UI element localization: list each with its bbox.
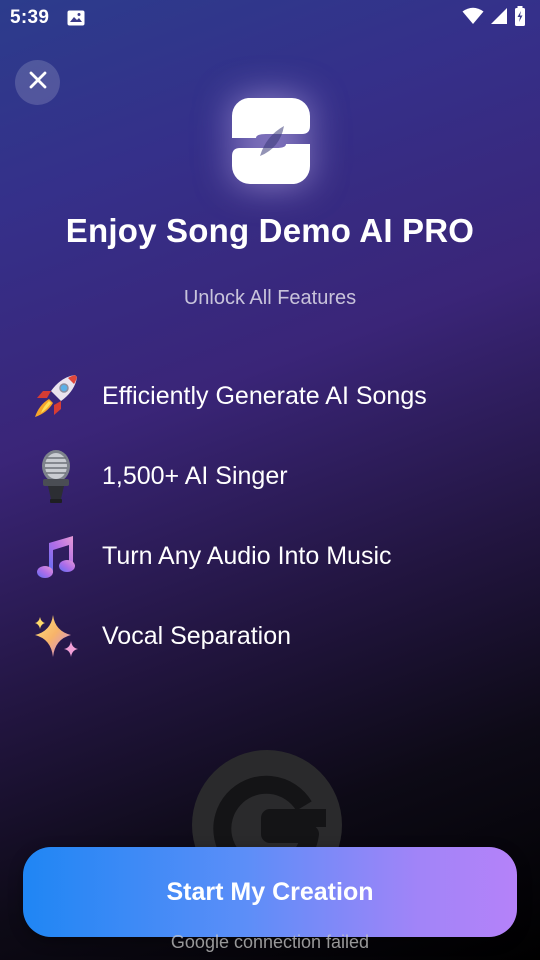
start-creation-button[interactable]: Start My Creation — [23, 847, 517, 937]
page-title: Enjoy Song Demo AI PRO — [65, 212, 475, 249]
start-creation-label: Start My Creation — [166, 877, 374, 906]
image-icon — [67, 10, 85, 26]
close-button[interactable] — [15, 60, 60, 105]
feature-label: Efficiently Generate AI Songs — [102, 381, 427, 410]
signal-icon — [490, 7, 508, 30]
feature-item: 1,500+ AI Singer — [30, 436, 510, 516]
sparkles-icon — [30, 610, 82, 662]
feature-label: Vocal Separation — [102, 621, 292, 650]
feature-list: Efficiently Generate AI Songs 1,500+ AI … — [30, 356, 510, 676]
connection-error-text: Google connection failed — [170, 932, 370, 952]
feature-item: Turn Any Audio Into Music — [30, 516, 510, 596]
feature-label: 1,500+ AI Singer — [102, 461, 288, 490]
feature-item: Efficiently Generate AI Songs — [30, 356, 510, 436]
microphone-icon — [30, 450, 82, 503]
wifi-icon — [462, 7, 484, 30]
feature-item: Vocal Separation — [30, 596, 510, 676]
status-bar: 5:39 — [0, 0, 540, 36]
status-time: 5:39 — [10, 7, 50, 28]
page-subtitle: Unlock All Features — [183, 287, 357, 309]
app-logo — [226, 96, 316, 186]
close-icon — [28, 70, 48, 95]
rocket-icon — [30, 370, 82, 422]
music-note-icon — [30, 530, 82, 582]
status-icons — [462, 5, 526, 31]
feature-label: Turn Any Audio Into Music — [102, 541, 392, 570]
battery-charging-icon — [514, 5, 526, 31]
